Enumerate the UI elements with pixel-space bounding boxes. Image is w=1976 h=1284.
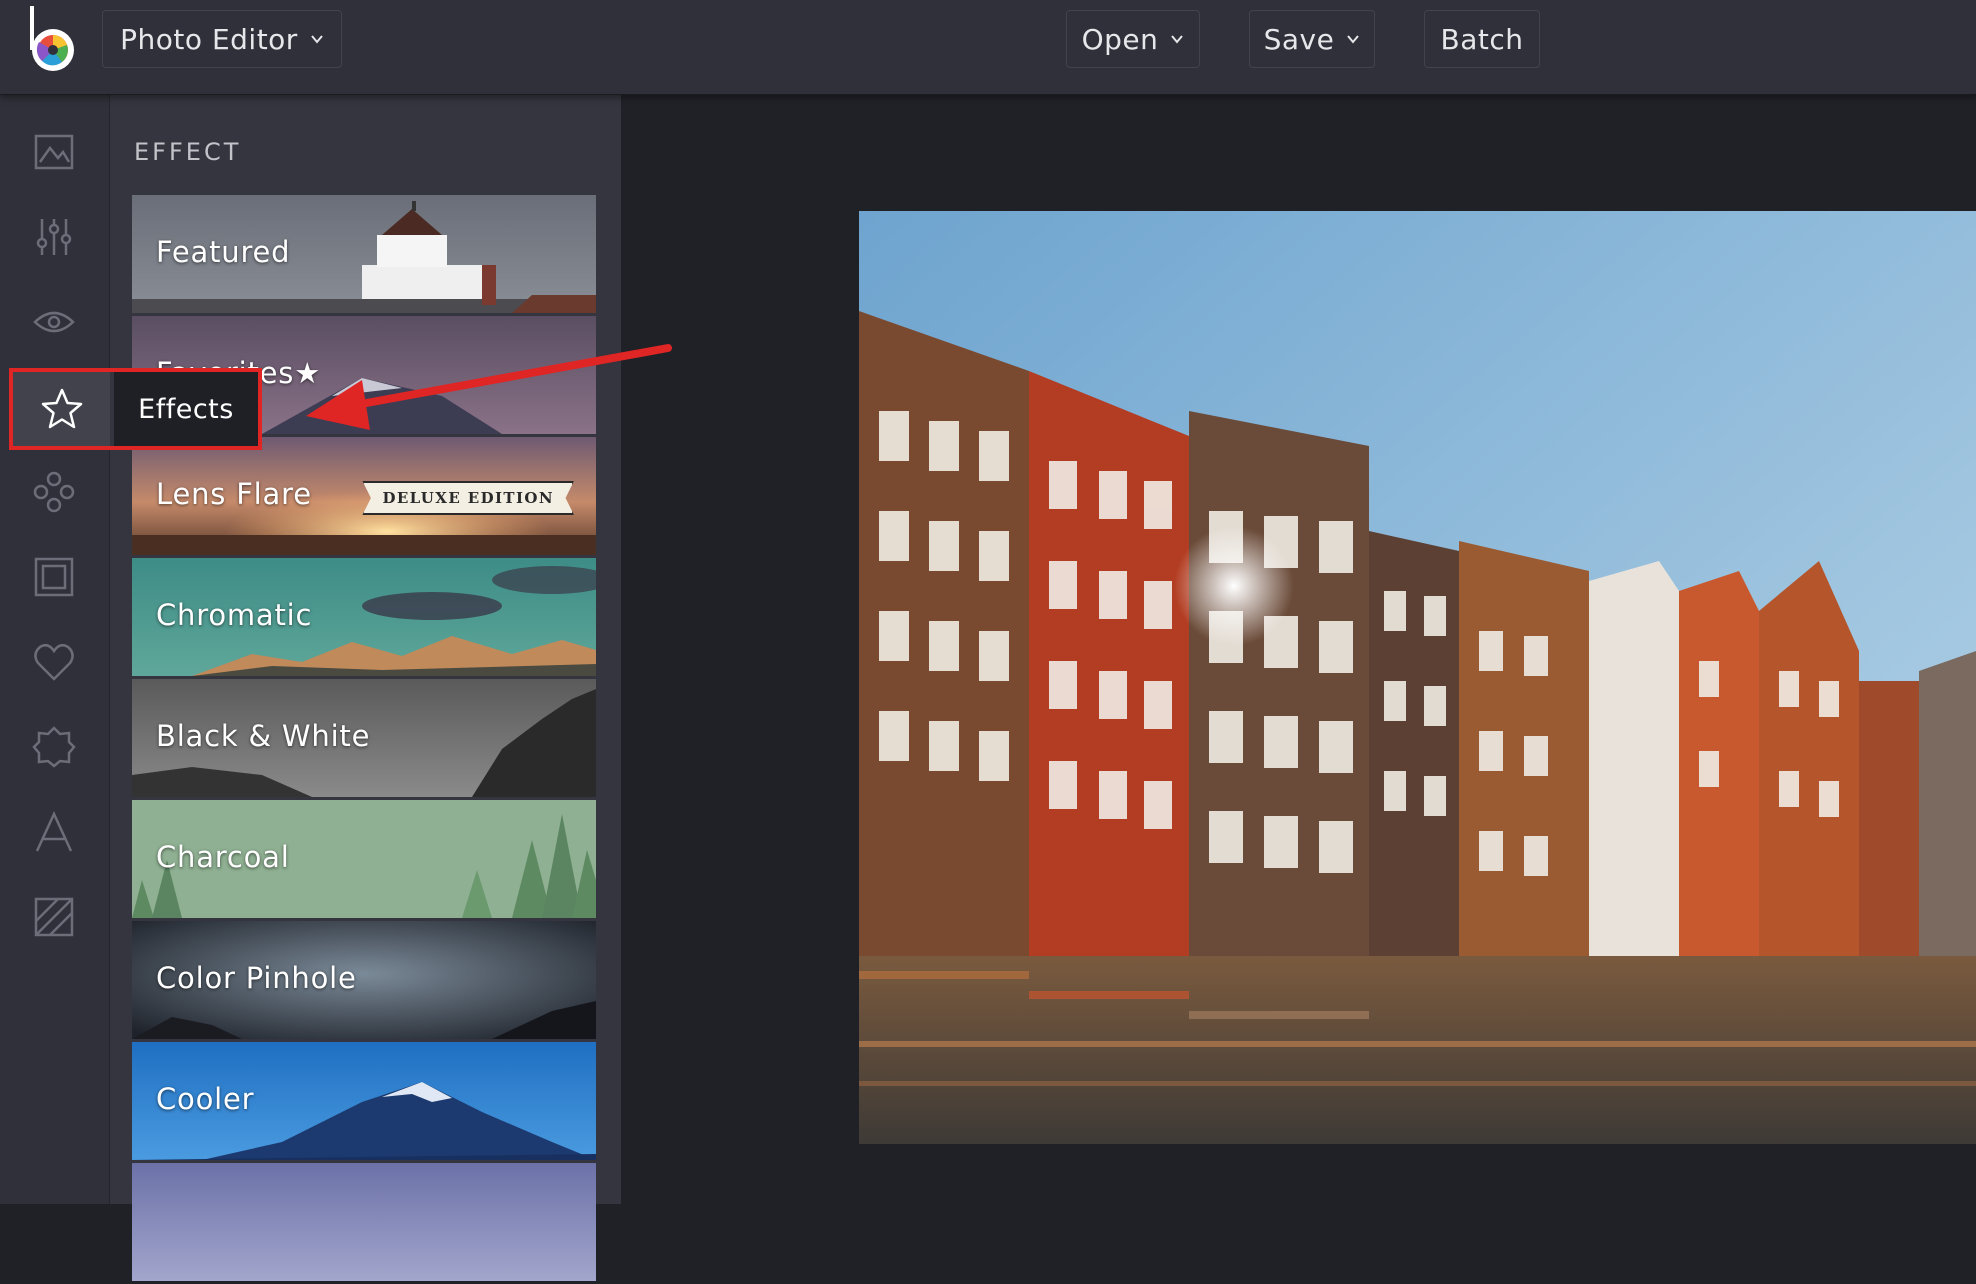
open-label: Open — [1081, 22, 1159, 56]
effect-label: Chromatic — [156, 598, 313, 632]
tool-rail — [0, 95, 110, 1204]
effect-next[interactable] — [132, 1163, 596, 1281]
batch-button[interactable]: Batch — [1424, 10, 1540, 68]
image-icon[interactable] — [32, 130, 76, 174]
photo-editor-dropdown[interactable]: Photo Editor — [102, 10, 342, 68]
sliders-icon[interactable] — [32, 215, 76, 259]
effect-label: Black & White — [156, 719, 371, 753]
effects-tooltip-highlight: Effects — [9, 368, 262, 450]
butterfly-icon[interactable] — [32, 470, 76, 514]
chevron-down-icon — [311, 35, 323, 44]
effect-lens-flare[interactable]: Lens Flare DELUXE EDITION — [132, 437, 596, 555]
panel-title: EFFECT — [134, 138, 242, 166]
effect-color-pinhole[interactable]: Color Pinhole — [132, 921, 596, 1039]
befunky-logo[interactable] — [26, 4, 86, 74]
save-dropdown[interactable]: Save — [1249, 10, 1375, 68]
effect-label: Color Pinhole — [156, 961, 357, 995]
badge-icon[interactable] — [32, 725, 76, 769]
effect-cooler[interactable]: Cooler — [132, 1042, 596, 1160]
text-icon[interactable] — [32, 810, 76, 854]
batch-label: Batch — [1440, 22, 1524, 56]
chevron-down-icon — [1347, 35, 1360, 44]
open-dropdown[interactable]: Open — [1066, 10, 1200, 68]
next-effect-thumbnail — [132, 1163, 596, 1281]
save-label: Save — [1263, 22, 1335, 56]
effects-tooltip: Effects — [114, 372, 258, 446]
effect-label: Lens Flare — [156, 477, 312, 511]
effect-label: Charcoal — [156, 840, 290, 874]
effect-black-white[interactable]: Black & White — [132, 679, 596, 797]
effect-charcoal[interactable]: Charcoal — [132, 800, 596, 918]
effect-chromatic[interactable]: Chromatic — [132, 558, 596, 676]
photo-editor-label: Photo Editor — [120, 22, 298, 56]
texture-icon[interactable] — [32, 895, 76, 939]
amsterdam-canal-photo — [859, 211, 1976, 1144]
effect-featured[interactable]: Featured — [132, 195, 596, 313]
frame-icon[interactable] — [32, 555, 76, 599]
chevron-down-icon — [1171, 35, 1184, 44]
effect-label: Featured — [156, 235, 291, 269]
eye-icon[interactable] — [32, 300, 76, 344]
effect-label: Cooler — [156, 1082, 255, 1116]
effects-panel: EFFECT Featured Favorit — [110, 95, 723, 1281]
star-icon[interactable] — [13, 372, 110, 446]
deluxe-edition-badge: DELUXE EDITION — [362, 481, 574, 515]
red-arrow-annotation — [306, 344, 672, 430]
top-bar: Photo Editor Open Save Batch — [0, 0, 1976, 95]
heart-icon[interactable] — [32, 640, 76, 684]
